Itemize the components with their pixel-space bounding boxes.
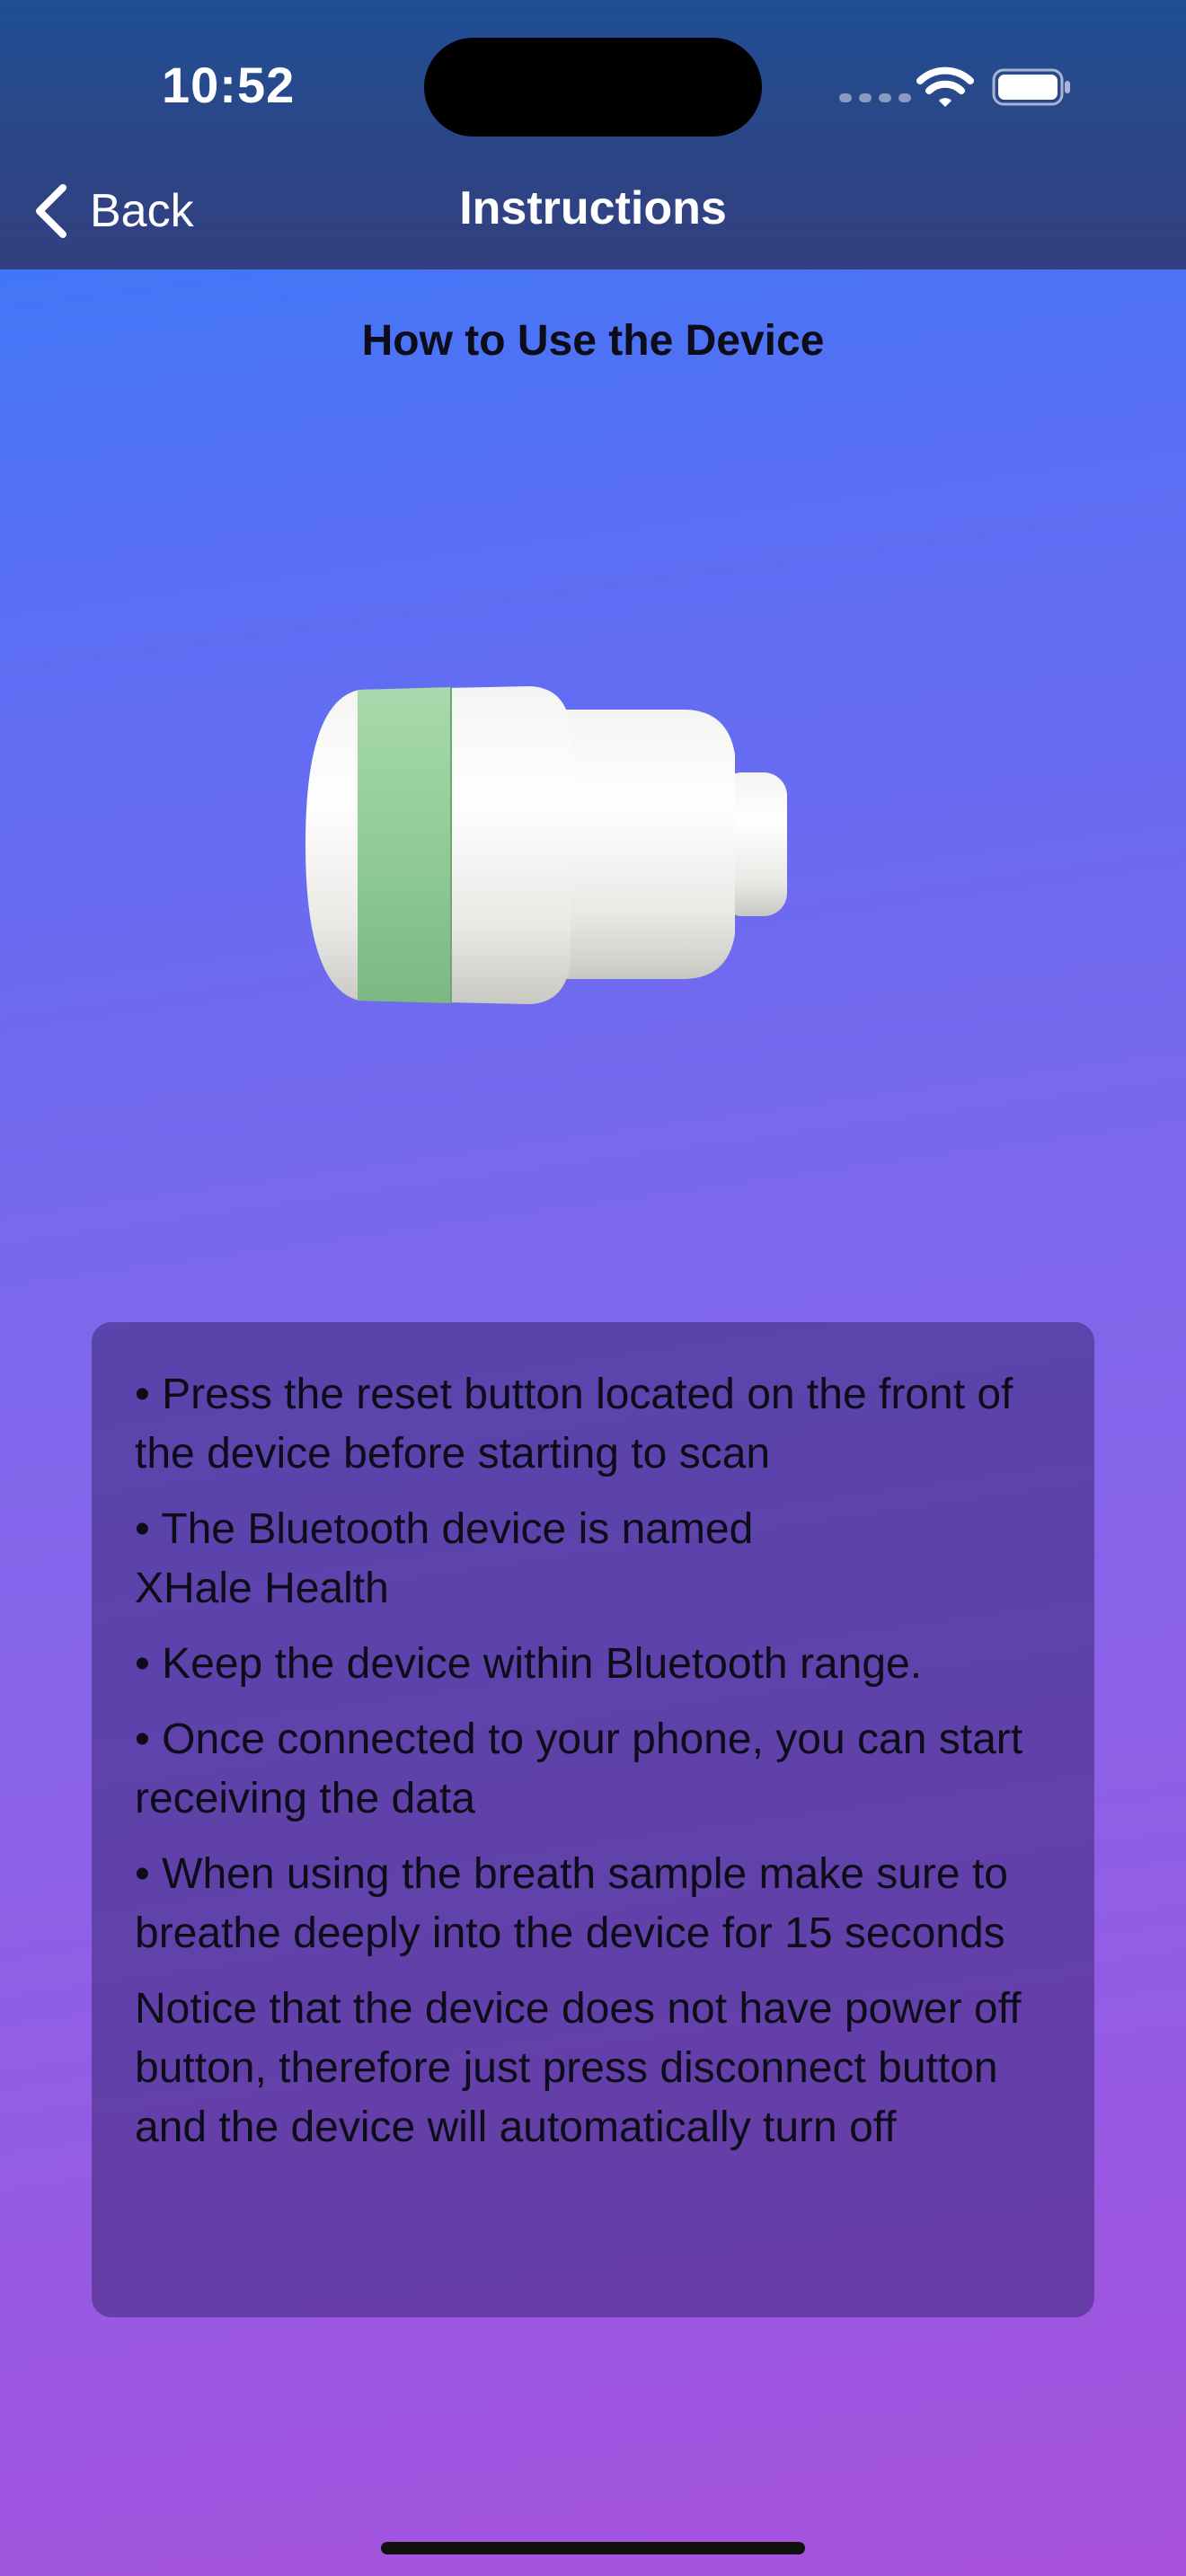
instruction-item: • Press the reset button located on the … bbox=[135, 1371, 1013, 1478]
nav-title: Instructions bbox=[459, 182, 727, 234]
instruction-item: • The Bluetooth device is named XHale He… bbox=[135, 1505, 754, 1612]
header: 10:52 Back Instructions bbox=[0, 0, 1186, 269]
dynamic-island bbox=[424, 38, 762, 137]
page-title: How to Use the Device bbox=[361, 317, 825, 365]
wifi-icon bbox=[916, 66, 974, 107]
instruction-notice: Notice that the device does not have pow… bbox=[135, 1985, 1022, 2151]
battery-icon bbox=[992, 68, 1070, 106]
instruction-item: • Once connected to your phone, you can … bbox=[135, 1716, 1023, 1822]
status-time: 10:52 bbox=[162, 57, 296, 113]
instruction-item: • Keep the device within Bluetooth range… bbox=[135, 1640, 923, 1688]
device-illustration bbox=[305, 686, 787, 1004]
home-indicator bbox=[381, 2542, 805, 2554]
instruction-item: • When using the breath sample make sure… bbox=[135, 1850, 1008, 1957]
instructions-card: • Press the reset button located on the … bbox=[92, 1322, 1094, 2317]
cellular-signal-icon bbox=[839, 93, 911, 102]
